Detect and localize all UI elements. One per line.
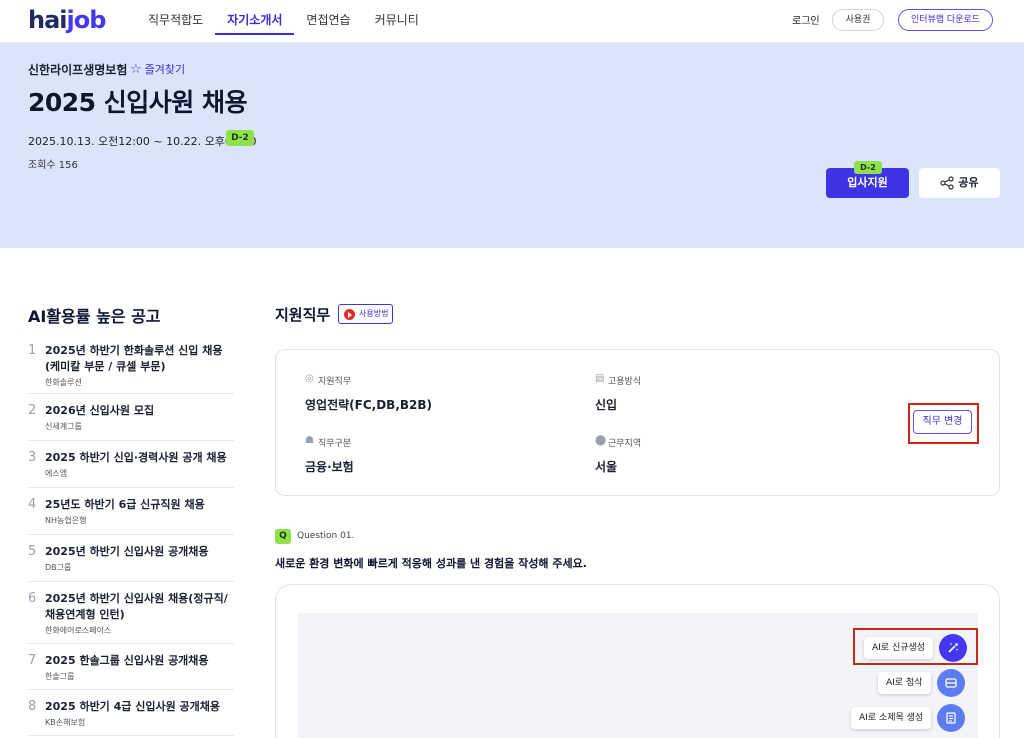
region-value: 서울: [595, 460, 618, 474]
nav-cover-letter[interactable]: 자기소개서: [215, 0, 295, 35]
star-icon: ☆: [130, 62, 142, 77]
posting-name: 2025 하반기 신입·경력사원 공개 채용: [45, 451, 227, 464]
nav-interview-practice[interactable]: 면접연습: [294, 0, 362, 43]
document-svg: [946, 712, 956, 724]
posting-name: 2025년 하반기 한화솔루션 신입 채용 (케미칼 부문 / 큐셀 부문): [45, 344, 223, 373]
posting-company: 한솔그룹: [45, 672, 75, 681]
rank-number: 6: [28, 591, 37, 606]
share-icon: [940, 176, 954, 190]
list-item[interactable]: 6 2025년 하반기 신입사원 채용(정규직/채용연계형 인턴) 한화에어로스…: [28, 582, 234, 644]
posting-company: 신세계그룹: [45, 422, 82, 431]
list-item[interactable]: 7 2025 한솔그룹 신입사원 공개채용 한솔그룹: [28, 644, 234, 690]
share-label: 공유: [958, 176, 979, 189]
category-label-text: 직무구분: [318, 439, 352, 449]
main-nav: 직무적합도 자기소개서 면접연습 커뮤니티: [136, 0, 431, 43]
job-label-text: 지원직무: [318, 377, 352, 387]
rank-number: 2: [28, 403, 37, 418]
location-pin-icon: ⬤: [595, 435, 607, 446]
ai-edit-action[interactable]: AI로 첨삭: [878, 669, 965, 697]
posting-company: 한화솔루션: [45, 378, 82, 387]
rank-number: 8: [28, 699, 37, 714]
highlight-box-ai-generate: [853, 628, 978, 665]
job-posting-hero: 신한라이프생명보험 ☆ 즐겨찾기 2025 신입사원 채용 2025.10.13.…: [0, 43, 1024, 248]
target-icon: ◎: [305, 373, 314, 384]
question-number: Question 01.: [297, 531, 355, 541]
logo-text-hai: hai: [28, 6, 68, 34]
popular-postings-list: 1 2025년 하반기 한화솔루션 신입 채용 (케미칼 부문 / 큐셀 부문)…: [28, 340, 234, 736]
list-item[interactable]: 1 2025년 하반기 한화솔루션 신입 채용 (케미칼 부문 / 큐셀 부문)…: [28, 340, 234, 394]
ai-subtitle-action[interactable]: AI로 소제목 생성: [851, 704, 966, 732]
edit-svg: [944, 678, 957, 688]
list-item[interactable]: 4 25년도 하반기 6급 신규직원 채용 NH농협은행: [28, 488, 234, 535]
employment-type-label: ▤ 고용방식: [595, 373, 642, 388]
posting-name: 2025 한솔그룹 신입사원 공개채용: [45, 654, 209, 667]
posting-title: 2025 신입사원 채용: [28, 88, 248, 117]
sidebar-title: AI활용률 높은 공고: [28, 307, 161, 326]
edit-icon[interactable]: [936, 669, 965, 697]
posting-name: 25년도 하반기 6급 신규직원 채용: [45, 498, 205, 511]
calendar-icon: ▤: [595, 373, 605, 384]
company-name: 신한라이프생명보험: [28, 63, 128, 77]
voucher-button[interactable]: 사용권: [832, 9, 884, 31]
posting-name: 2025년 하반기 신입사원 채용(정규직/채용연계형 인턴): [45, 592, 228, 621]
rank-number: 5: [28, 544, 37, 559]
posting-name: 2026년 신입사원 모집: [45, 404, 155, 417]
login-link[interactable]: 로그인: [792, 12, 820, 27]
job-info-card: ◎ 지원직무 영업전략(FC,DB,B2B) ▤ 고용방식 신입 ☗ 직무구분 금융·…: [275, 349, 1000, 496]
list-item[interactable]: 2 2026년 신입사원 모집 신세계그룹: [28, 394, 234, 441]
haijob-logo[interactable]: haijob: [28, 6, 107, 34]
share-button[interactable]: 공유: [919, 168, 1000, 198]
highlight-box-change-job: [908, 403, 979, 444]
dday-badge: D-2: [226, 130, 254, 146]
posting-company: 에스엠: [45, 469, 68, 478]
employment-type-value: 신입: [595, 398, 618, 412]
employment-type-label-text: 고용방식: [608, 377, 642, 387]
ai-subtitle-label[interactable]: AI로 소제목 생성: [851, 707, 932, 729]
rank-number: 1: [28, 343, 37, 358]
howto-label: 사용방법: [359, 309, 389, 318]
posting-company: DB그룹: [45, 563, 72, 572]
rank-number: 7: [28, 653, 37, 668]
posting-name: 2025 하반기 4급 신입사원 공개채용: [45, 700, 221, 713]
download-interviewlab-button[interactable]: 인터뷰랩 다운로드: [898, 9, 993, 31]
play-icon: [344, 309, 355, 320]
view-count: 조회수 156: [28, 160, 78, 171]
nav-community[interactable]: 커뮤니티: [363, 0, 431, 43]
question-badge: Q: [275, 529, 291, 544]
favorite-label: 즐겨찾기: [144, 63, 186, 76]
section-title: 지원직무: [275, 306, 331, 324]
logo-text-job: job: [66, 6, 107, 34]
top-header: haijob 직무적합도 자기소개서 면접연습 커뮤니티 로그인 사용권 인터뷰…: [0, 0, 1024, 43]
document-icon[interactable]: [937, 704, 966, 732]
howto-button[interactable]: 사용방법: [338, 304, 393, 324]
list-item[interactable]: 3 2025 하반기 신입·경력사원 공개 채용 에스엠: [28, 441, 234, 488]
person-icon: ☗: [305, 435, 314, 446]
question-text: 새로운 환경 변화에 빠르게 적응해 성과를 낸 경험을 작성해 주세요.: [275, 557, 587, 570]
posting-company: 한화에어로스페이스: [45, 626, 112, 635]
posting-name: 2025년 하반기 신입사원 공개채용: [45, 545, 209, 558]
rank-number: 4: [28, 497, 37, 512]
posting-company: NH농협은행: [45, 516, 87, 525]
rank-number: 3: [28, 450, 37, 465]
posting-company: KB손해보험: [45, 718, 86, 727]
apply-dday-badge: D-2: [854, 161, 882, 174]
ai-edit-label[interactable]: AI로 첨삭: [878, 672, 931, 694]
nav-job-fit[interactable]: 직무적합도: [136, 0, 215, 43]
category-value: 금융·보험: [305, 460, 354, 474]
list-item[interactable]: 8 2025 하반기 4급 신입사원 공개채용 KB손해보험: [28, 690, 234, 736]
job-value: 영업전략(FC,DB,B2B): [305, 398, 433, 412]
region-label: ⬤ 근무지역: [595, 435, 642, 450]
application-period: 2025.10.13. 오전12:00 ~ 10.22. 오후06:00: [28, 135, 257, 148]
region-label-text: 근무지역: [608, 439, 642, 449]
category-label: ☗ 직무구분: [305, 435, 352, 450]
list-item[interactable]: 5 2025년 하반기 신입사원 공개채용 DB그룹: [28, 535, 234, 582]
favorite-button[interactable]: ☆ 즐겨찾기: [130, 61, 185, 77]
job-label: ◎ 지원직무: [305, 373, 352, 388]
